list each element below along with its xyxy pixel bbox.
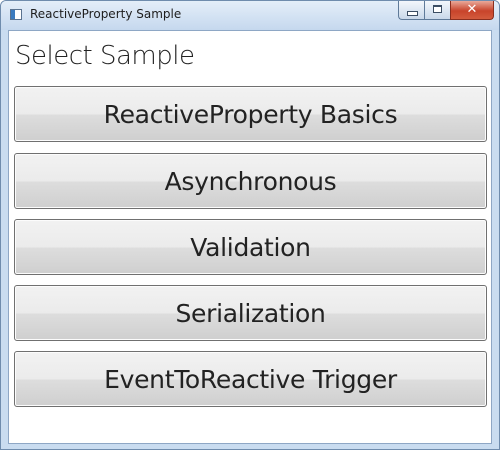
minimize-icon	[407, 11, 418, 16]
content-area: Select Sample ReactiveProperty Basics As…	[8, 30, 492, 444]
title-bar[interactable]: ReactiveProperty Sample ✕	[1, 1, 499, 30]
eventtoreactive-trigger-button[interactable]: EventToReactive Trigger	[14, 351, 487, 407]
app-icon[interactable]	[10, 9, 22, 20]
caption-buttons: ✕	[398, 1, 494, 21]
maximize-button[interactable]	[424, 1, 450, 20]
minimize-button[interactable]	[398, 1, 424, 20]
validation-button[interactable]: Validation	[14, 219, 487, 275]
maximize-icon	[433, 5, 442, 13]
window-title: ReactiveProperty Sample	[30, 7, 182, 21]
close-icon: ✕	[466, 2, 478, 17]
close-button[interactable]: ✕	[450, 1, 494, 20]
app-window: ReactiveProperty Sample ✕ Select Sample …	[0, 0, 500, 450]
reactiveproperty-basics-button[interactable]: ReactiveProperty Basics	[14, 86, 487, 142]
page-title: Select Sample	[15, 41, 195, 71]
serialization-button[interactable]: Serialization	[14, 285, 487, 341]
asynchronous-button[interactable]: Asynchronous	[14, 153, 487, 209]
